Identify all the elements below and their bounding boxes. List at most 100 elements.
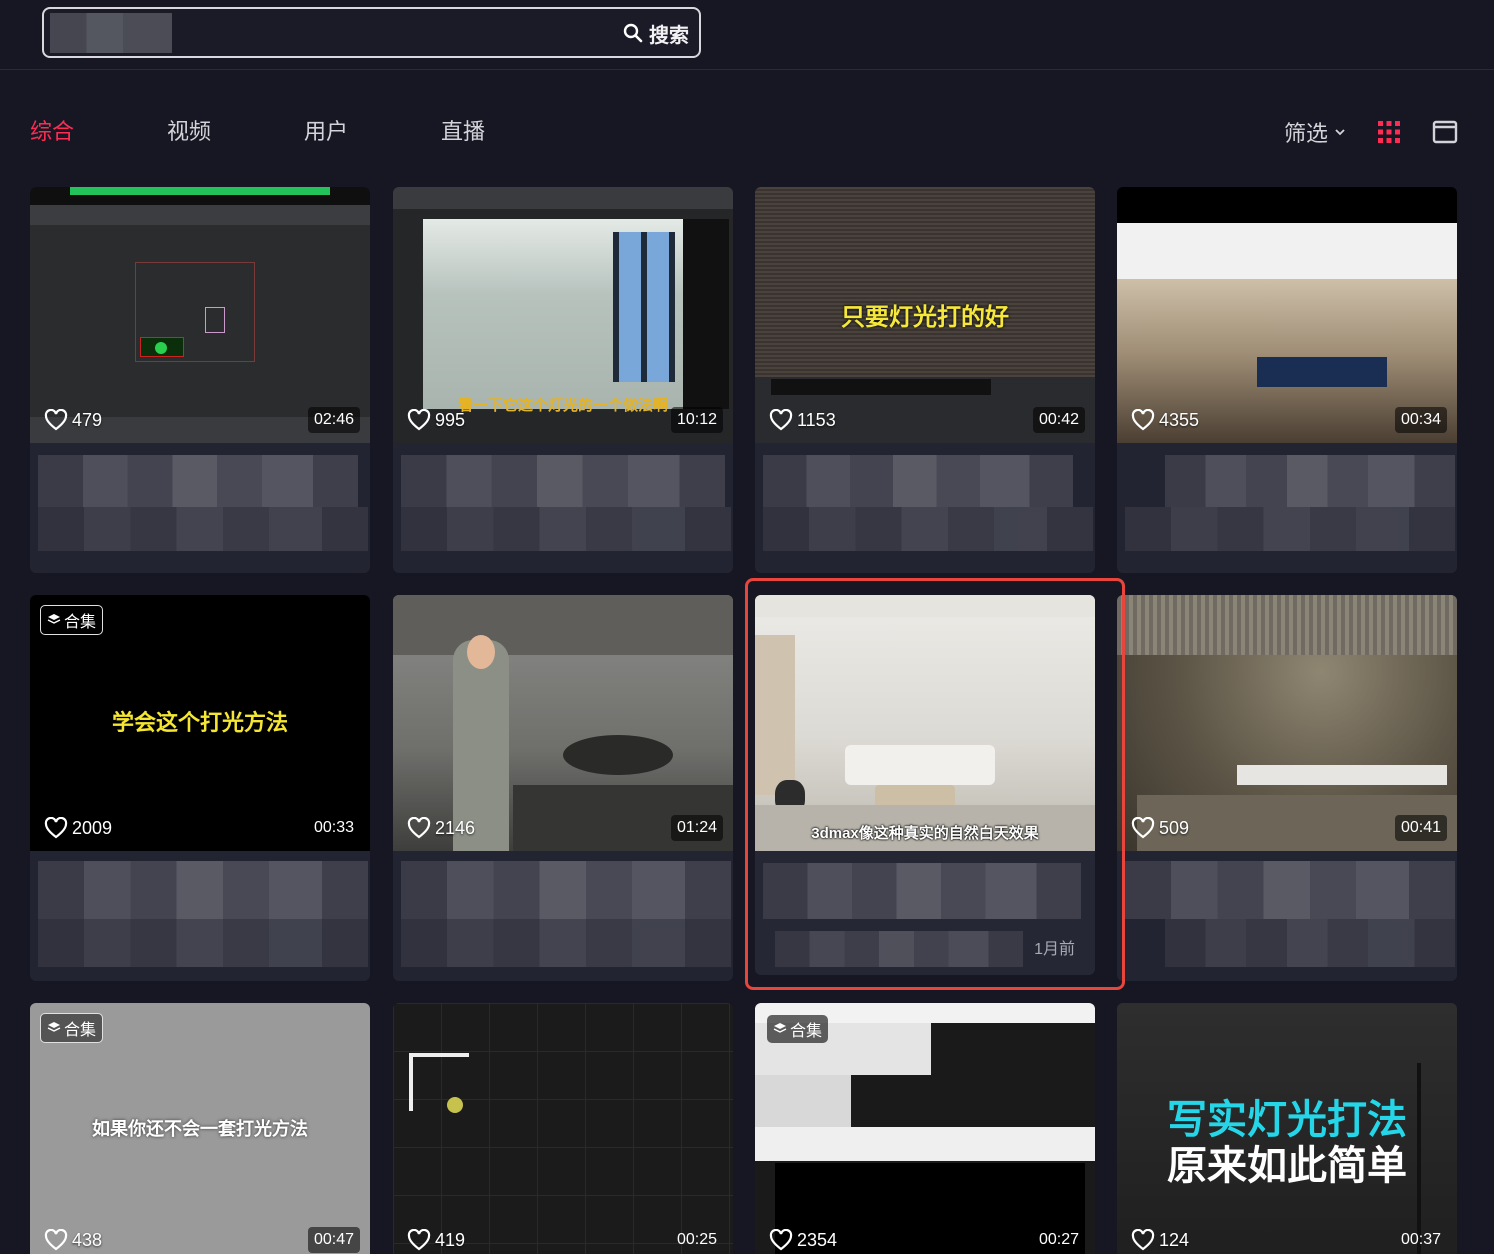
video-overlay-title: 写实灯光打法 [1167, 1098, 1407, 1142]
search-query-redacted [50, 13, 172, 53]
grid-icon [1378, 121, 1400, 143]
heart-icon [44, 409, 68, 431]
video-card[interactable]: 合集 如果你还不会一套打光方法 438 00:47 [30, 1003, 370, 1254]
search-button[interactable]: 搜索 [623, 19, 689, 47]
like-count-value: 438 [72, 1229, 103, 1250]
heart-icon [1131, 817, 1155, 839]
video-thumbnail[interactable]: 写实灯光打法 原来如此简单 124 00:37 [1117, 1003, 1457, 1254]
video-overlay-subtitle: 原来如此简单 [1167, 1144, 1407, 1188]
like-count: 2146 [407, 817, 475, 839]
result-tabs: 综合 视频 用户 直播 [30, 112, 578, 152]
video-thumbnail[interactable]: 合集 学会这个打光方法 2009 00:33 [30, 595, 370, 851]
layers-icon [773, 1023, 787, 1033]
chevron-down-icon [1335, 129, 1345, 136]
video-card[interactable]: 419 00:25 [393, 1003, 733, 1254]
collection-badge: 合集 [767, 1015, 829, 1043]
video-duration: 00:42 [1032, 407, 1085, 433]
collection-label: 合集 [64, 1022, 97, 1039]
video-card[interactable]: 合集 学会这个打光方法 2009 00:33 [30, 595, 370, 981]
search-icon [623, 23, 643, 43]
video-duration: 01:24 [670, 815, 723, 841]
video-card[interactable]: 2146 01:24 [393, 595, 733, 981]
view-tools: 筛选 [1284, 112, 1458, 152]
video-card[interactable]: 4355 00:34 [1117, 187, 1457, 573]
video-overlay-text: 学会这个打光方法 [111, 710, 288, 735]
video-duration: 00:34 [1394, 407, 1447, 433]
video-caption-redacted [30, 443, 370, 573]
video-card[interactable]: 写实灯光打法 原来如此简单 124 00:37 [1117, 1003, 1457, 1254]
single-view-button[interactable] [1432, 119, 1458, 145]
video-thumbnail[interactable]: 509 00:41 [1117, 595, 1457, 851]
video-duration: 00:41 [1394, 815, 1447, 841]
video-thumbnail[interactable]: 合集 如果你还不会一套打光方法 438 00:47 [30, 1003, 370, 1254]
video-duration: 00:27 [1038, 1231, 1079, 1248]
tab-users[interactable]: 用户 [304, 112, 441, 152]
video-caption-redacted [1117, 851, 1457, 981]
heart-icon [769, 409, 793, 431]
like-count-value: 124 [1159, 1229, 1190, 1250]
video-duration: 00:37 [1400, 1231, 1441, 1248]
video-thumbnail[interactable]: 只要灯光打的好 1153 00:42 [755, 187, 1095, 443]
grid-view-button[interactable] [1376, 119, 1402, 145]
layers-icon [47, 614, 61, 624]
tab-videos[interactable]: 视频 [167, 112, 304, 152]
video-caption-redacted: 1月前 [755, 851, 1095, 975]
like-count: 4355 [1131, 409, 1199, 431]
filter-dropdown[interactable]: 筛选 [1284, 116, 1346, 148]
video-thumbnail[interactable]: 3dmax像这种真实的自然白天效果 [755, 595, 1095, 851]
video-caption-redacted [30, 851, 370, 981]
heart-icon [769, 1229, 793, 1251]
heart-icon [1131, 1229, 1155, 1251]
single-column-icon [1432, 120, 1458, 144]
video-thumbnail[interactable]: 2146 01:24 [393, 595, 733, 851]
video-card-selected[interactable]: 3dmax像这种真实的自然白天效果 1月前 [755, 595, 1095, 975]
video-card[interactable]: 合集 2354 00:27 [755, 1003, 1095, 1254]
like-count: 438 [44, 1229, 102, 1251]
video-caption-redacted [1117, 443, 1457, 573]
filter-label: 筛选 [1283, 121, 1328, 146]
like-count-value: 479 [72, 409, 103, 430]
video-card[interactable]: 479 02:46 [30, 187, 370, 573]
collection-badge: 合集 [40, 1013, 104, 1043]
publish-time: 1月前 [1034, 941, 1075, 958]
heart-icon [407, 1229, 431, 1251]
like-count-value: 2354 [797, 1229, 838, 1250]
video-card[interactable]: 看一下它这个灯光的一个做法啊 995 10:12 [393, 187, 733, 573]
like-count-value: 4355 [1159, 409, 1200, 430]
video-caption-redacted [393, 851, 733, 981]
like-count-value: 1153 [797, 409, 836, 430]
like-count-value: 995 [435, 409, 466, 430]
heart-icon [44, 1229, 68, 1251]
video-card[interactable]: 只要灯光打的好 1153 00:42 [755, 187, 1095, 573]
like-count: 124 [1131, 1229, 1189, 1251]
video-thumbnail[interactable]: 看一下它这个灯光的一个做法啊 995 10:12 [393, 187, 733, 443]
like-count-value: 509 [1159, 817, 1190, 838]
video-overlay-text: 只要灯光打的好 [841, 304, 1009, 331]
collection-label: 合集 [790, 1023, 823, 1040]
like-count: 509 [1131, 817, 1189, 839]
tab-all[interactable]: 综合 [30, 112, 167, 152]
collection-badge: 合集 [40, 605, 104, 635]
like-count: 419 [407, 1229, 465, 1251]
video-duration: 10:12 [670, 407, 723, 433]
video-thumbnail[interactable]: 合集 2354 00:27 [755, 1003, 1095, 1254]
video-duration: 00:25 [676, 1231, 717, 1248]
video-overlay-text: 如果你还不会一套打光方法 [92, 1119, 308, 1139]
heart-icon [1131, 409, 1155, 431]
search-input[interactable]: 搜索 [42, 7, 701, 58]
top-bar: 搜索 [0, 0, 1494, 70]
like-count: 1153 [769, 409, 836, 431]
search-button-label: 搜索 [649, 24, 689, 47]
like-count-value: 419 [435, 1229, 466, 1250]
video-caption-redacted [393, 443, 733, 573]
heart-icon [407, 409, 431, 431]
video-thumbnail[interactable]: 419 00:25 [393, 1003, 733, 1254]
video-duration: 00:47 [307, 1227, 360, 1253]
like-count: 2009 [44, 817, 112, 839]
like-count: 2354 [769, 1229, 837, 1251]
layers-icon [47, 1022, 61, 1032]
video-card[interactable]: 509 00:41 [1117, 595, 1457, 981]
video-thumbnail[interactable]: 479 02:46 [30, 187, 370, 443]
video-thumbnail[interactable]: 4355 00:34 [1117, 187, 1457, 443]
tab-live[interactable]: 直播 [441, 112, 578, 152]
